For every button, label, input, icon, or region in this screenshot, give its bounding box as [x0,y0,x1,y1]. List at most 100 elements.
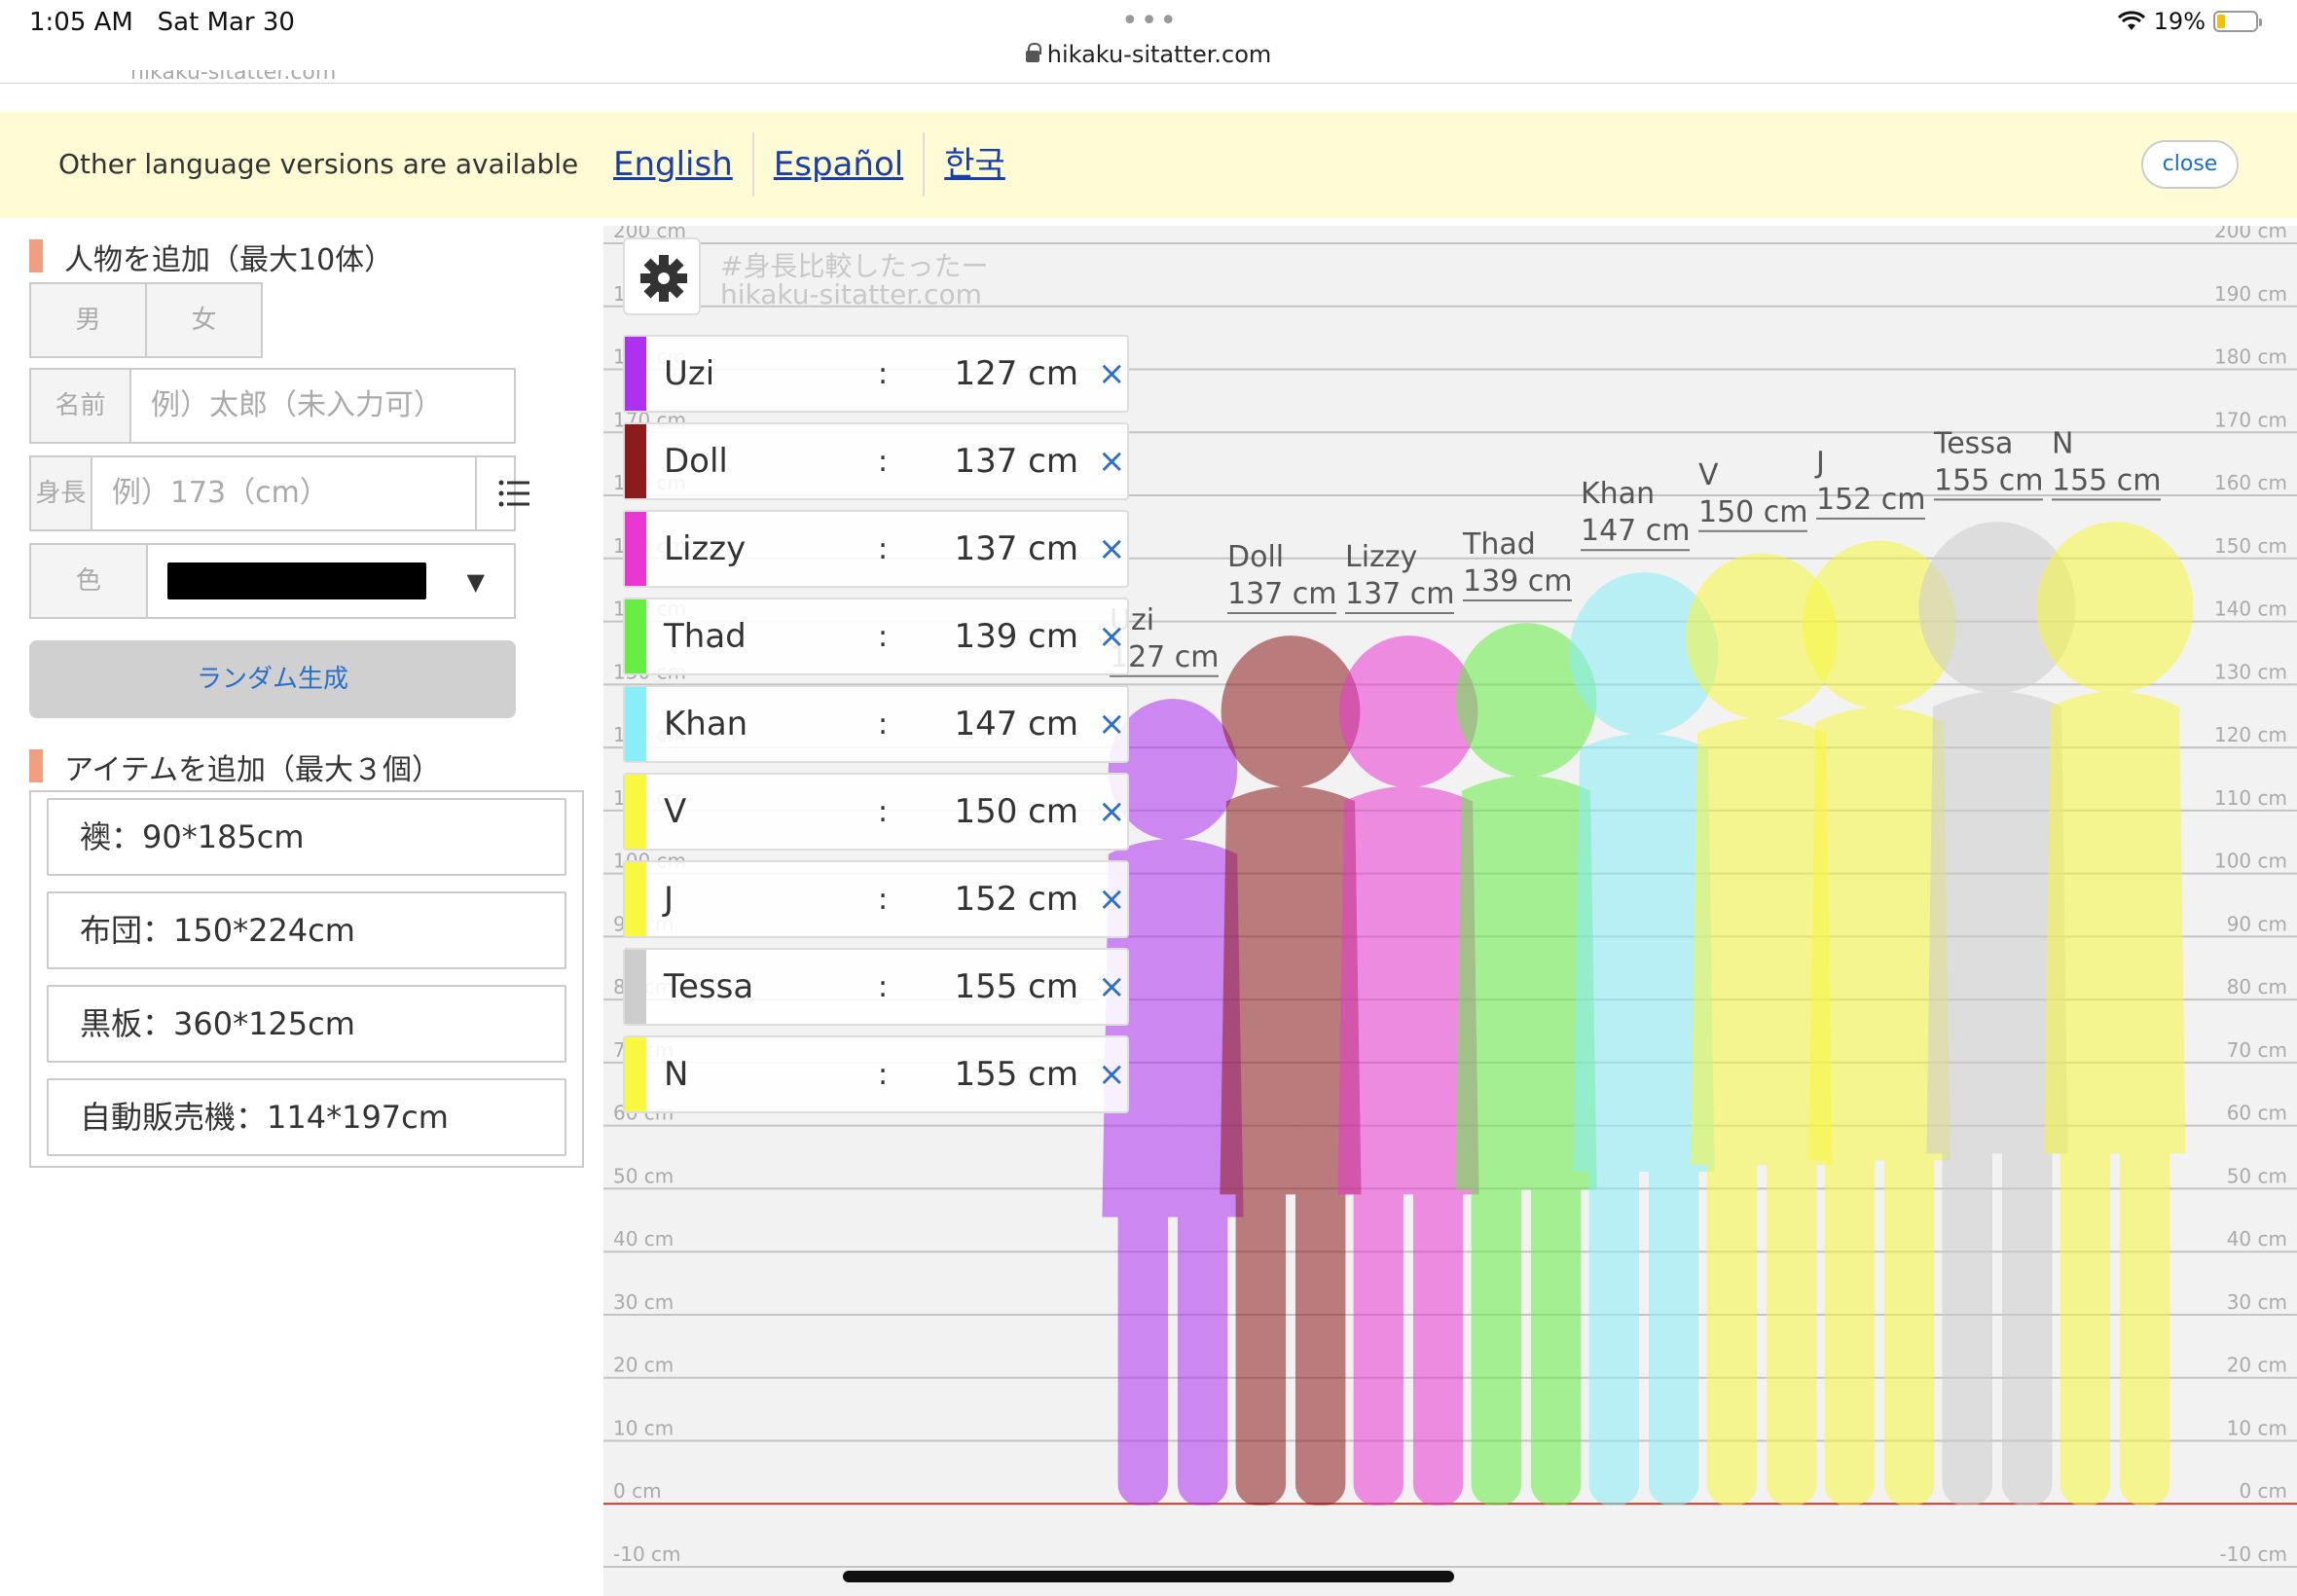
person-chart-height: 137 cm [1227,577,1337,611]
height-input[interactable] [91,457,475,529]
y-tick-label-left: 40 cm [613,1227,674,1251]
language-link-korean[interactable]: 한국 [923,132,1025,197]
watermark-url: hikaku-sitatter.com [720,278,982,310]
clock-time: 1:05 AM [29,8,133,37]
gender-female-button[interactable]: 女 [145,284,261,356]
gender-male-button[interactable]: 男 [31,284,145,356]
close-banner-button[interactable]: close [2141,140,2239,189]
person-chart-name: Tessa [1933,426,2013,460]
more-dots-icon[interactable]: ••• [1121,4,1179,38]
name-field-row: 名前 [29,368,516,444]
person-separator: : [878,444,889,479]
wifi-icon [2117,11,2146,32]
person-color-bar [625,862,646,936]
person-height: 150 cm [954,792,1078,831]
person-row[interactable]: Khan: 147 cm × [623,685,1129,763]
person-chart-name: Thad [1462,527,1536,562]
remove-person-icon[interactable]: × [1098,529,1126,568]
status-bar: 1:05 AM Sat Mar 30 ••• hikaku-sitatter.c… [0,0,2297,84]
remove-person-icon[interactable]: × [1098,1055,1126,1094]
person-color-bar [625,1037,646,1111]
y-tick-label-right: 90 cm [2227,912,2287,935]
y-tick-label-right: 60 cm [2227,1102,2287,1125]
person-color-bar [625,424,646,498]
person-height: 155 cm [954,967,1078,1006]
y-tick-label-right: 180 cm [2214,345,2287,369]
color-swatch [167,562,426,599]
silhouette-head [2036,522,2194,694]
name-label: 名前 [31,370,131,442]
person-row[interactable]: N: 155 cm × [623,1035,1129,1113]
remove-person-icon[interactable]: × [1098,792,1126,831]
height-label: 身長 [31,457,92,529]
gear-icon [640,255,687,302]
remove-person-icon[interactable]: × [1098,617,1126,656]
list-icon [498,480,529,507]
remove-person-icon[interactable]: × [1098,354,1126,393]
y-tick-label-right: 200 cm [2214,226,2287,242]
silhouette-right-leg [2119,1033,2170,1505]
item-row-vending-machine[interactable]: 自動販売機：114*197cm [47,1078,566,1156]
person-chart-height: 155 cm [1934,463,2044,497]
person-height: 152 cm [954,880,1078,919]
status-indicators: 19% [2117,8,2262,35]
remove-person-icon[interactable]: × [1098,442,1126,481]
silhouette-left-leg [2060,1033,2111,1505]
silhouette-right-leg [1648,1057,1699,1505]
person-row[interactable]: Uzi: 127 cm × [623,335,1129,413]
remove-person-icon[interactable]: × [1098,705,1126,744]
person-separator: : [878,1057,889,1092]
y-tick-label-right: 0 cm [2239,1479,2287,1503]
remove-person-icon[interactable]: × [1098,880,1126,919]
person-height: 127 cm [954,354,1078,393]
person-color-bar [625,950,646,1024]
person-chart-height: 155 cm [2052,463,2162,497]
y-tick-label-right: 110 cm [2214,786,2287,810]
person-row[interactable]: Tessa: 155 cm × [623,948,1129,1026]
y-tick-label-right: 150 cm [2214,534,2287,558]
person-separator: : [878,531,889,566]
color-select[interactable]: ▼ [148,545,514,617]
language-link-english[interactable]: English [594,132,752,197]
person-row[interactable]: Thad: 139 cm × [623,598,1129,675]
person-row[interactable]: Doll: 137 cm × [623,422,1129,500]
person-chart-height: 137 cm [1345,577,1455,611]
clock-date: Sat Mar 30 [157,8,295,37]
person-height: 147 cm [954,705,1078,744]
add-person-heading: 人物を追加（最大10体） [29,236,393,278]
silhouette-left-leg [1117,1117,1169,1505]
person-name: Thad [664,617,747,656]
address-bar[interactable]: hikaku-sitatter.com [0,41,2297,68]
y-tick-label-right: 20 cm [2227,1354,2287,1377]
person-height: 139 cm [954,617,1078,656]
y-tick-label-right: 70 cm [2227,1038,2287,1062]
random-generate-button[interactable]: ランダム生成 [29,640,516,718]
height-list-button[interactable] [474,457,529,529]
person-color-bar [625,687,646,761]
y-tick-label-right: 170 cm [2214,408,2287,431]
person-chart-name: N [2052,426,2073,460]
y-tick-label-right: 190 cm [2214,282,2287,306]
status-time: 1:05 AM Sat Mar 30 [29,8,295,37]
silhouette-left-leg [1471,1081,1522,1505]
person-chart-name: V [1698,458,1719,492]
person-separator: : [878,882,889,917]
name-input[interactable] [131,370,514,442]
silhouette-right-leg [1294,1087,1346,1505]
y-tick-label-left: 0 cm [613,1479,662,1503]
person-separator: : [878,356,889,391]
language-links: English Español 한국 [594,132,1025,197]
item-row-futon[interactable]: 布団：150*224cm [47,891,566,969]
remove-person-icon[interactable]: × [1098,967,1126,1006]
person-row[interactable]: Lizzy: 137 cm × [623,510,1129,588]
item-row-fusuma[interactable]: 襖：90*185cm [47,798,566,876]
settings-button[interactable] [623,237,701,315]
person-color-bar [625,599,646,673]
language-link-spanish[interactable]: Español [751,132,923,197]
person-color-bar [625,775,646,849]
home-indicator[interactable] [843,1571,1454,1582]
person-row[interactable]: J: 152 cm × [623,860,1129,938]
item-row-blackboard[interactable]: 黒板：360*125cm [47,985,566,1063]
person-row[interactable]: V: 150 cm × [623,773,1129,851]
person-chart-height: 150 cm [1698,495,1808,529]
